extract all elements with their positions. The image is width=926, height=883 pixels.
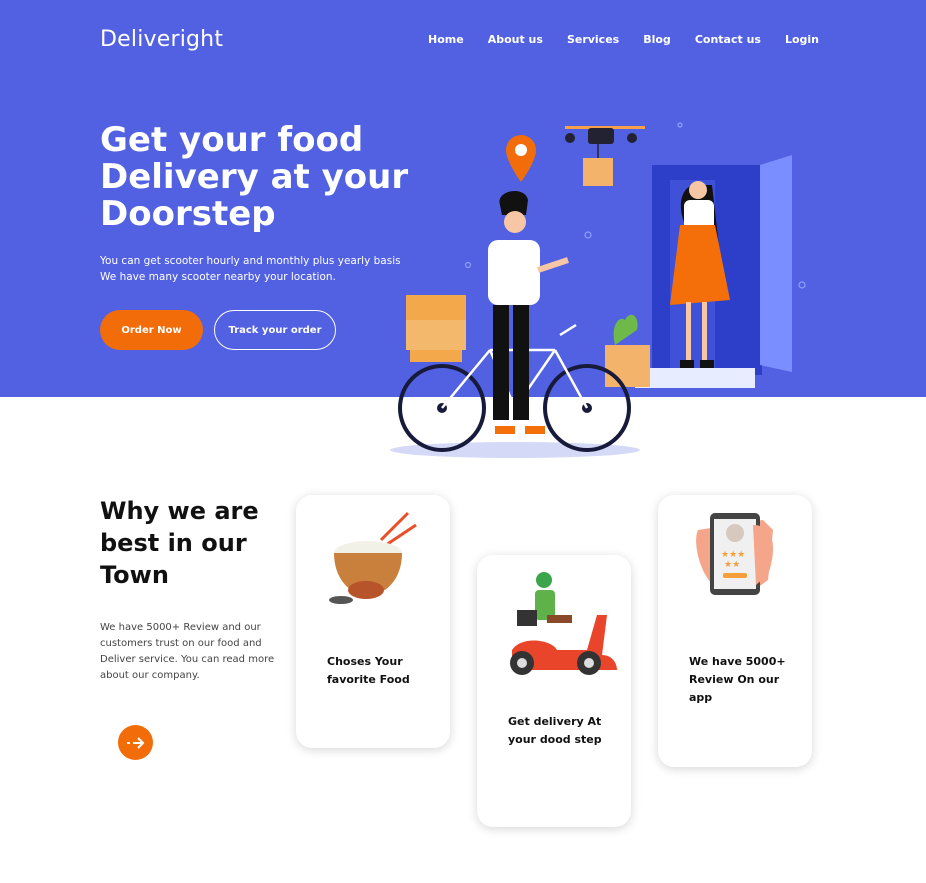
feature-card-delivery-text: Get delivery At your dood step [508, 715, 602, 746]
track-order-button[interactable]: Track your order [214, 310, 336, 350]
hero-subtitle-line-2: We have many scooter nearby your locatio… [100, 271, 336, 283]
order-now-button[interactable]: Order Now [100, 310, 203, 350]
why-text: We have 5000+ Review and our customers t… [100, 622, 275, 681]
feature-card-food[interactable]: Choses Your favorite Food [296, 495, 450, 748]
delivery-man-figure [488, 190, 569, 434]
feature-card-food-text: Choses Your favorite Food [327, 655, 410, 686]
delivery-illustration [390, 122, 806, 458]
drone-icon [565, 126, 645, 186]
nav-blog[interactable]: Blog [643, 33, 671, 46]
hero-subtitle-line-1: You can get scooter hourly and monthly p… [100, 255, 401, 267]
arrow-right-icon [126, 736, 144, 749]
svg-text:★★★: ★★★ [721, 550, 745, 560]
scooter-rider-icon [510, 572, 617, 675]
nav-about-us[interactable]: About us [488, 33, 543, 46]
svg-text:★★: ★★ [724, 560, 740, 570]
feature-card-review-text: We have 5000+ Review On our app [689, 655, 786, 704]
brand-logo[interactable]: Deliveright [100, 27, 223, 52]
nav-contact-us[interactable]: Contact us [695, 33, 761, 46]
nav-services[interactable]: Services [567, 33, 619, 46]
why-title: Why we are best in our Town [100, 497, 259, 589]
nav-home[interactable]: Home [428, 33, 464, 46]
food-bowl-icon [329, 511, 417, 604]
hero-subtitle: You can get scooter hourly and monthly p… [100, 253, 401, 285]
read-more-button[interactable] [118, 725, 153, 760]
phone-review-icon: ★★★ ★★ [696, 513, 773, 595]
main-nav: Home About us Services Blog Contact us L… [428, 33, 819, 46]
feature-card-review[interactable]: ★★★ ★★ We have 5000+ Review On our app [658, 495, 812, 767]
feature-card-delivery[interactable]: Get delivery At your dood step [477, 555, 631, 827]
nav-login[interactable]: Login [785, 33, 819, 46]
location-pin-icon [506, 135, 536, 182]
